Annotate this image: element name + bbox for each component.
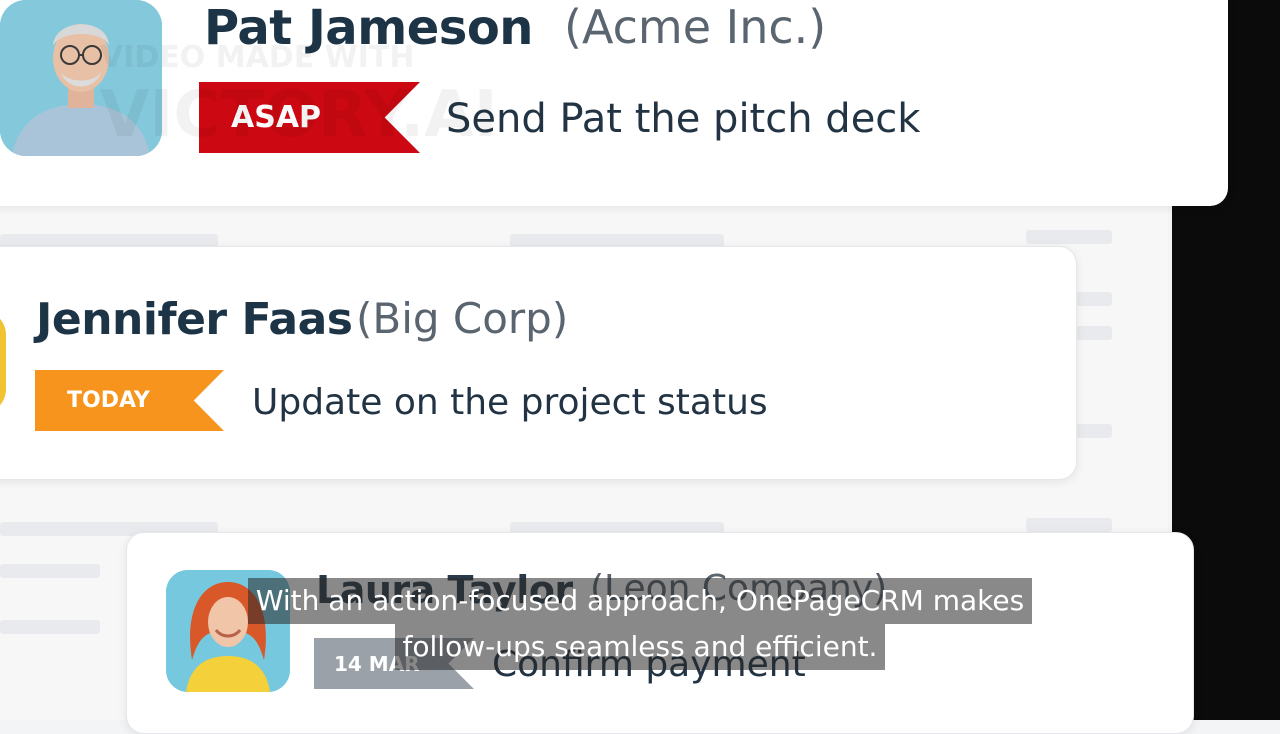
caption-line: With an action-focused approach, OnePage… xyxy=(247,578,1033,624)
contact-name[interactable]: Jennifer Faas xyxy=(36,294,353,345)
watermark: VIDEO MADE WITH VICTORY.AI xyxy=(100,40,498,152)
placeholder-line xyxy=(0,564,100,578)
watermark-logo: VICTORY.AI xyxy=(100,78,498,152)
next-action[interactable]: Send Pat the pitch deck xyxy=(446,96,920,142)
placeholder-line xyxy=(1076,424,1112,438)
next-action[interactable]: Update on the project status xyxy=(252,382,768,423)
video-caption: With an action-focused approach, OnePage… xyxy=(0,578,1280,670)
placeholder-line xyxy=(1026,230,1112,244)
placeholder-line xyxy=(1076,326,1112,340)
placeholder-line xyxy=(1026,518,1112,532)
watermark-line: VIDEO MADE WITH xyxy=(100,40,415,75)
caption-line: follow-ups seamless and efficient. xyxy=(394,624,886,670)
company-name: (Acme Inc.) xyxy=(564,0,827,54)
company-name: (Big Corp) xyxy=(356,294,569,343)
contact-card-jennifer[interactable] xyxy=(0,246,1077,480)
placeholder-line xyxy=(1076,292,1112,306)
